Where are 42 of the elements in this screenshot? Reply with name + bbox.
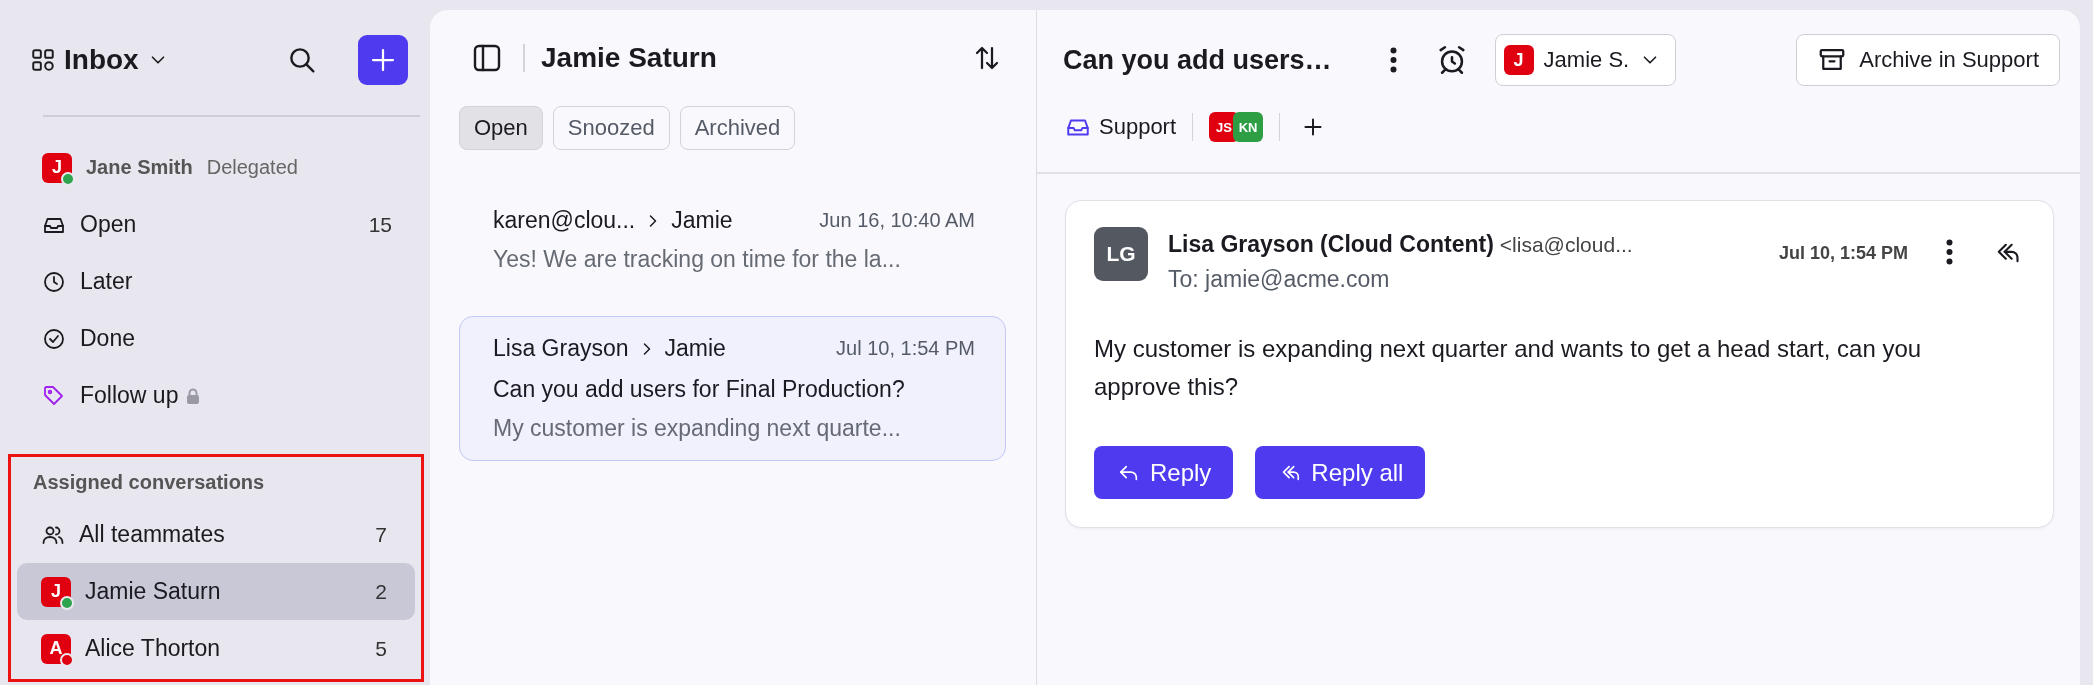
filter-tab[interactable]: Snoozed <box>552 106 670 150</box>
inbox-title[interactable]: Inbox <box>64 44 139 76</box>
nav-item[interactable]: All teammates 7 <box>17 506 415 563</box>
recipient: To: jamie@acme.com <box>1168 265 1391 294</box>
message-time: Jul 10, 1:54 PM <box>1778 243 1908 265</box>
nav-item[interactable]: A Alice Thorton 5 <box>17 620 415 677</box>
reply-button[interactable]: Reply <box>1094 446 1234 499</box>
nav-item[interactable]: Later <box>18 253 420 310</box>
message-body: My customer is expanding next quarter and wants to get a head start, can you approve this? <box>1094 334 1923 402</box>
archive-button[interactable]: Archive in Support <box>1796 34 2060 86</box>
nav-item[interactable]: Follow up <box>18 367 420 424</box>
nav-item[interactable]: Done <box>18 310 420 367</box>
nav-item[interactable]: J Jamie Saturn 2 <box>17 563 415 620</box>
assignee-dropdown[interactable]: J Jamie S. <box>1494 34 1677 86</box>
filter-tab[interactable]: Open <box>459 106 543 150</box>
inbox-tag[interactable]: Support <box>1065 114 1177 140</box>
conversation-title: Can you add users… <box>1063 44 1332 76</box>
sender-address: <lisa@cloud... <box>1499 233 1633 256</box>
grid-icon <box>30 47 56 73</box>
nav-item[interactable]: Open 15 <box>18 196 420 253</box>
participant-avatar: KN <box>1233 112 1264 142</box>
check-circle-icon <box>42 326 66 351</box>
owner-status: Delegated <box>206 156 298 179</box>
more-vertical-icon <box>1389 47 1397 73</box>
sender-avatar: LG <box>1094 227 1148 281</box>
more-vertical-icon <box>1946 239 1953 265</box>
list-title: Jamie Saturn <box>541 42 718 74</box>
owner-name: Jane Smith <box>86 156 193 179</box>
user-avatar: A <box>41 633 71 664</box>
reply-button[interactable]: Reply all <box>1255 446 1426 499</box>
user-avatar: J <box>42 152 72 183</box>
new-button[interactable] <box>358 35 408 85</box>
sender-name: Lisa Grayson (Cloud Content) <box>1168 231 1494 257</box>
section-heading: Assigned conversations <box>32 470 266 495</box>
filter-tab[interactable]: Archived <box>679 106 796 150</box>
sidebar-icon <box>471 42 503 74</box>
user-avatar: J <box>1503 45 1534 75</box>
tag-icon <box>42 383 66 408</box>
clock-icon <box>42 269 66 294</box>
conversation-item[interactable]: Lisa Grayson Jamie Jul 10, 1:54 PM Can you add users for Final Production? My customer is expanding next quarte... <box>459 316 1006 461</box>
user-avatar: J <box>41 576 71 607</box>
conversation-item[interactable]: karen@clou... Jamie Jun 16, 10:40 AM Yes! We are tracking on time for the la... <box>459 184 1006 298</box>
